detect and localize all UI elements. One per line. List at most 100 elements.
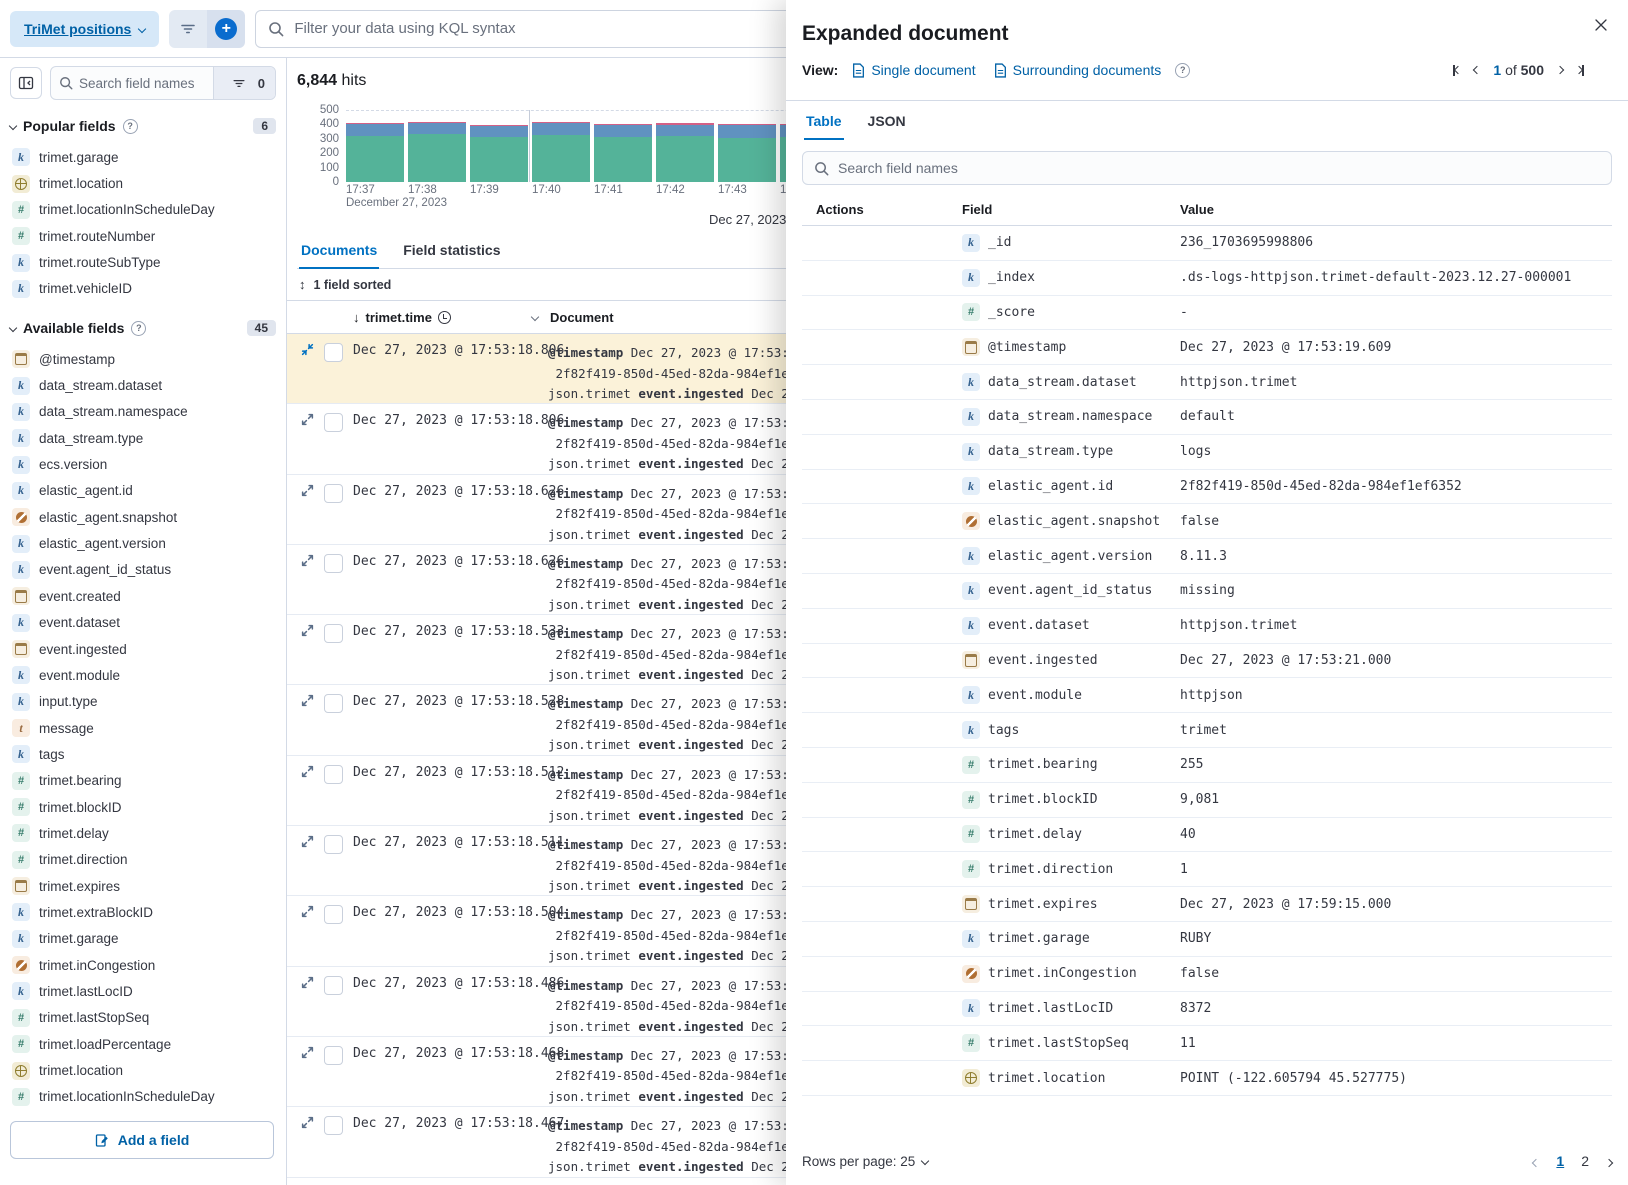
previous-document-button[interactable] xyxy=(1474,67,1480,73)
page-number-button[interactable]: 1 xyxy=(1556,1153,1564,1169)
field-list-item[interactable]: input.type xyxy=(10,689,276,715)
field-list-item[interactable]: trimet.extraBlockID xyxy=(10,899,276,925)
field-list-item[interactable]: event.agent_id_status xyxy=(10,557,276,583)
field-list-item[interactable]: trimet.routeNumber xyxy=(10,223,276,249)
field-list-item[interactable]: trimet.locationInScheduleDay xyxy=(10,1084,276,1110)
field-list-item[interactable]: trimet.garage xyxy=(10,926,276,952)
select-row-checkbox[interactable] xyxy=(324,413,343,432)
select-row-checkbox[interactable] xyxy=(324,484,343,503)
expand-document-button[interactable] xyxy=(299,765,315,781)
flyout-field-search[interactable]: Search field names xyxy=(802,151,1612,185)
page-number-button[interactable]: 2 xyxy=(1581,1153,1589,1169)
field-list-item[interactable]: elastic_agent.version xyxy=(10,530,276,556)
field-list-item[interactable]: trimet.direction xyxy=(10,847,276,873)
data-view-picker[interactable]: TriMet positions xyxy=(10,11,159,47)
expand-document-button[interactable] xyxy=(299,976,315,992)
field-name: data_stream.dataset xyxy=(39,378,162,393)
flyout-tab[interactable]: Table xyxy=(804,105,844,140)
field-list-item[interactable]: trimet.blockID xyxy=(10,794,276,820)
field-name: ecs.version xyxy=(39,457,107,472)
field-list-item[interactable]: data_stream.dataset xyxy=(10,372,276,398)
field-list-item[interactable]: trimet.delay xyxy=(10,820,276,846)
field-list-item[interactable]: data_stream.type xyxy=(10,425,276,451)
field-list-item[interactable]: trimet.garage xyxy=(10,144,276,170)
expand-document-button[interactable] xyxy=(299,1046,315,1062)
results-tab[interactable]: Field statistics xyxy=(401,234,502,269)
available-fields-header[interactable]: Available fields ? 45 xyxy=(10,320,276,336)
expand-document-button[interactable] xyxy=(299,413,315,429)
select-row-checkbox[interactable] xyxy=(324,765,343,784)
view-link[interactable]: Surrounding documents xyxy=(994,62,1162,78)
field-list-item[interactable]: message xyxy=(10,715,276,741)
filter-menu-button[interactable] xyxy=(169,10,207,48)
expand-document-button[interactable] xyxy=(299,694,315,710)
date-icon xyxy=(12,640,30,658)
document-field-row: trimet.bearing 255 xyxy=(802,748,1612,783)
field-cell: trimet.blockID xyxy=(962,791,1180,809)
select-row-checkbox[interactable] xyxy=(324,835,343,854)
field-list-item[interactable]: trimet.loadPercentage xyxy=(10,1031,276,1057)
field-list-item[interactable]: trimet.routeSubType xyxy=(10,249,276,275)
expand-icon xyxy=(301,765,314,778)
previous-page-button[interactable] xyxy=(1533,1153,1539,1169)
view-link[interactable]: Single document xyxy=(852,62,975,78)
select-row-checkbox[interactable] xyxy=(324,1046,343,1065)
first-document-button[interactable] xyxy=(1453,65,1461,76)
doc-field-name: @timestamp xyxy=(548,626,623,641)
last-document-button[interactable] xyxy=(1576,65,1584,76)
number-icon xyxy=(962,791,980,809)
add-field-button[interactable]: Add a field xyxy=(10,1121,274,1159)
select-row-checkbox[interactable] xyxy=(324,624,343,643)
results-tab[interactable]: Documents xyxy=(299,234,379,269)
document-field-row: trimet.expires Dec 27, 2023 @ 17:59:15.0… xyxy=(802,887,1612,922)
close-flyout-button[interactable] xyxy=(1590,14,1612,39)
select-row-checkbox[interactable] xyxy=(324,976,343,995)
select-row-checkbox[interactable] xyxy=(324,343,343,362)
bar-segment xyxy=(532,123,590,135)
time-column-header[interactable]: ↓ trimet.time xyxy=(353,310,548,325)
field-list-item[interactable]: elastic_agent.snapshot xyxy=(10,504,276,530)
field-list-item[interactable]: event.dataset xyxy=(10,610,276,636)
field-list-item[interactable]: event.ingested xyxy=(10,636,276,662)
filter-icon xyxy=(180,21,196,37)
expand-document-button[interactable] xyxy=(299,554,315,570)
field-list-item[interactable]: elastic_agent.id xyxy=(10,478,276,504)
expand-document-button[interactable] xyxy=(299,835,315,851)
field-list-item[interactable]: trimet.vehicleID xyxy=(10,276,276,302)
field-list-item[interactable]: trimet.location xyxy=(10,170,276,196)
field-list-item[interactable]: trimet.lastStopSeq xyxy=(10,1005,276,1031)
field-list-item[interactable]: tags xyxy=(10,741,276,767)
next-document-button[interactable] xyxy=(1557,67,1563,73)
field-list-item[interactable]: ecs.version xyxy=(10,451,276,477)
field-list-item[interactable]: trimet.expires xyxy=(10,873,276,899)
expand-document-button[interactable] xyxy=(299,343,315,359)
field-list-item[interactable]: @timestamp xyxy=(10,346,276,372)
expand-document-button[interactable] xyxy=(299,624,315,640)
select-row-checkbox[interactable] xyxy=(324,554,343,573)
column-menu-icon[interactable] xyxy=(531,313,539,321)
field-list-item[interactable]: data_stream.namespace xyxy=(10,399,276,425)
field-list-item[interactable]: event.created xyxy=(10,583,276,609)
rows-per-page-button[interactable]: Rows per page: 25 xyxy=(802,1154,928,1169)
expand-document-button[interactable] xyxy=(299,1116,315,1132)
select-row-checkbox[interactable] xyxy=(324,905,343,924)
field-search-input[interactable]: Search field names 0 xyxy=(50,66,276,100)
field-list-item[interactable]: trimet.location xyxy=(10,1057,276,1083)
next-page-button[interactable] xyxy=(1606,1153,1612,1169)
select-row-checkbox[interactable] xyxy=(324,694,343,713)
add-filter-button[interactable]: + xyxy=(207,10,245,48)
field-list-item[interactable]: trimet.inCongestion xyxy=(10,952,276,978)
collapse-sidebar-button[interactable] xyxy=(10,67,42,99)
field-filter-button[interactable]: 0 xyxy=(213,67,275,99)
flyout-tab[interactable]: JSON xyxy=(866,105,908,140)
field-name: tags xyxy=(39,747,65,762)
field-list-item[interactable]: event.module xyxy=(10,662,276,688)
expand-document-button[interactable] xyxy=(299,905,315,921)
popular-fields-header[interactable]: Popular fields ? 6 xyxy=(10,118,276,134)
select-row-checkbox[interactable] xyxy=(324,1116,343,1135)
field-list-item[interactable]: trimet.locationInScheduleDay xyxy=(10,197,276,223)
field-list-item[interactable]: trimet.bearing xyxy=(10,768,276,794)
expand-document-button[interactable] xyxy=(299,484,315,500)
sorted-fields-button[interactable]: 1 field sorted xyxy=(314,278,392,292)
field-list-item[interactable]: trimet.lastLocID xyxy=(10,978,276,1004)
